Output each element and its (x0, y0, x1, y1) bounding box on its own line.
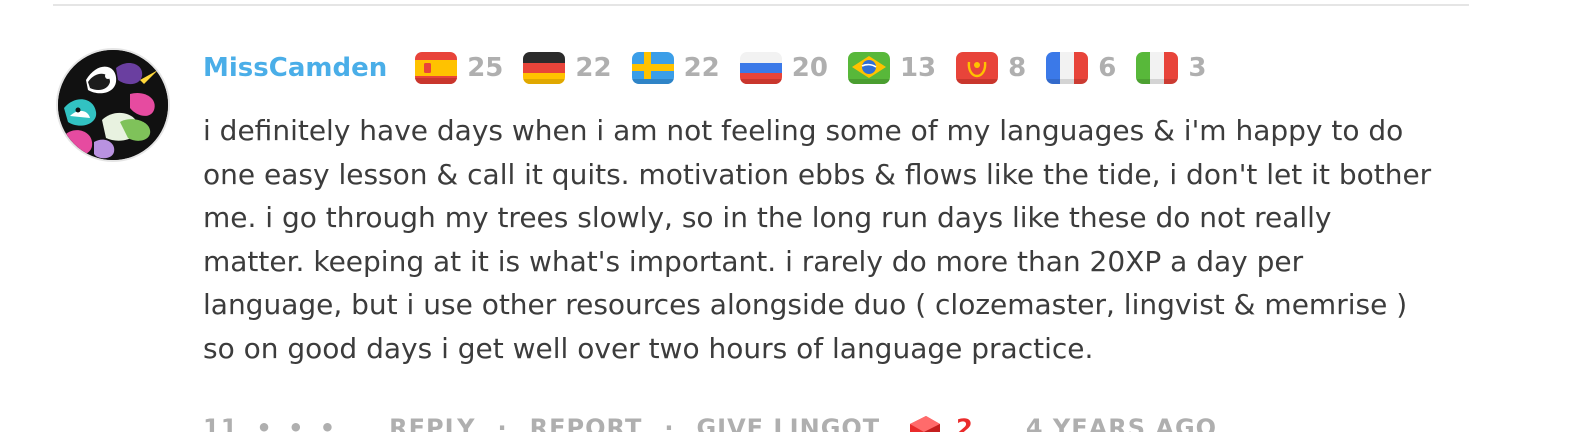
spain-flag-icon (415, 52, 458, 84)
course-flag-item: 8 (956, 52, 1026, 84)
course-level: 22 (683, 53, 720, 83)
course-flag-item: 25 (415, 52, 503, 84)
course-level: 8 (1008, 53, 1027, 83)
vote-buttons[interactable]: • • • (256, 414, 339, 432)
comment-body: i definitely have days when i am not fee… (203, 109, 1483, 371)
comment-line: i definitely have days when i am not fee… (203, 114, 1404, 147)
comment-line: language, but i use other resources alon… (203, 288, 1408, 322)
vote-count: 11 (203, 414, 239, 432)
course-level: 13 (899, 53, 937, 83)
france-flag-icon (1046, 52, 1089, 84)
italy-flag-icon (1136, 52, 1179, 84)
germany-flag-icon (523, 52, 566, 84)
give-lingot-button[interactable]: GIVE LINGOT (696, 414, 880, 432)
brazil-flag-icon (847, 52, 890, 84)
report-button[interactable]: REPORT (530, 414, 643, 432)
esperanto-flag-icon (956, 52, 999, 84)
course-flag-item: 22 (631, 52, 720, 84)
timestamp: 4 YEARS AGO (1025, 414, 1218, 432)
lingot-count: 2 (956, 414, 974, 432)
comment-actions: 11 • • • REPLY · REPORT · GIVE LINGOT 2 … (203, 408, 1217, 432)
comment-line: so on good days i get well over two hour… (203, 331, 1094, 365)
username-link[interactable]: MissCamden (203, 53, 387, 83)
course-level: 6 (1098, 53, 1117, 83)
course-flag-item: 13 (847, 52, 937, 84)
separator: · (497, 414, 508, 432)
course-level: 22 (575, 53, 612, 83)
comment-header: MissCamden 25 22 22 20 13 8 6 3 (203, 50, 1226, 86)
course-flag-item: 20 (739, 52, 828, 84)
comment-line: me. i go through my trees slowly, so in … (203, 201, 1332, 235)
sweden-flag-icon (631, 52, 674, 84)
course-flag-item: 6 (1046, 52, 1116, 84)
russia-flag-icon (739, 52, 782, 84)
discussion-page: MissCamden 25 22 22 20 13 8 6 3 i defini… (0, 0, 1578, 432)
comment-line: matter. keeping at it is what's importan… (203, 244, 1304, 278)
divider (53, 4, 1469, 6)
lingot-icon (902, 414, 942, 432)
avatar[interactable] (56, 48, 170, 162)
course-flag-item: 3 (1136, 52, 1206, 84)
course-level: 25 (467, 53, 504, 83)
reply-button[interactable]: REPLY (389, 414, 475, 432)
course-level: 3 (1188, 53, 1207, 83)
course-level: 20 (791, 53, 828, 83)
course-flag-item: 22 (523, 52, 612, 84)
avatar-image (58, 50, 168, 160)
separator: · (664, 414, 675, 432)
comment-line: one easy lesson & call it quits. motivat… (203, 157, 1432, 191)
